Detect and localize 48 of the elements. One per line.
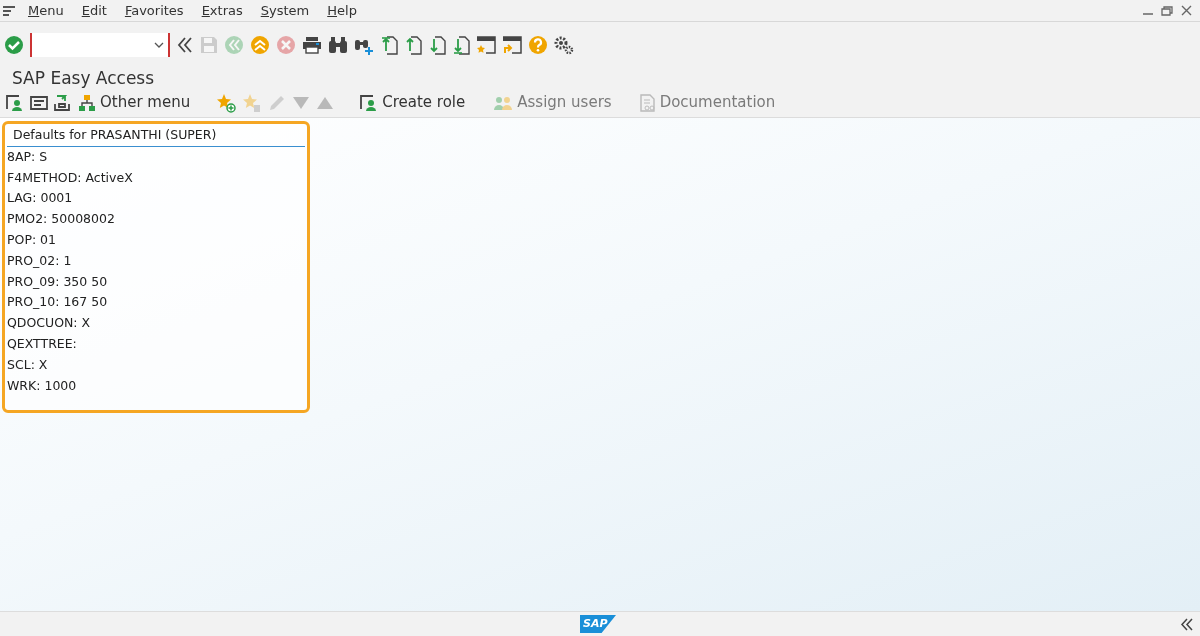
default-entry: 8AP: S [7, 147, 48, 166]
dropdown-icon[interactable] [154, 42, 164, 48]
default-entry: WRK: 1000 [7, 376, 77, 395]
menu-item[interactable]: Extras [201, 0, 243, 21]
default-entry: QDOCUON: X [7, 314, 91, 333]
menu-item[interactable]: System [260, 0, 310, 21]
command-field[interactable] [30, 33, 170, 57]
page-down-icon[interactable] [428, 35, 446, 55]
default-entry: QEXTTREE: [7, 334, 77, 353]
printer-icon[interactable] [302, 36, 322, 54]
screen-title: SAP Easy Access [12, 67, 155, 91]
double-chevron-icon[interactable] [176, 36, 194, 54]
default-entry: PMO2: 50008002 [7, 210, 115, 229]
other-menu-button[interactable]: Other menu [76, 91, 193, 114]
menu-icon[interactable] [2, 4, 16, 17]
default-entry: PRO_02: 1 [7, 251, 72, 270]
menu-item[interactable]: Menu [28, 0, 64, 21]
star-plus-icon[interactable] [216, 92, 237, 113]
restore-icon[interactable] [1161, 5, 1173, 16]
page-down-icon[interactable] [452, 35, 470, 55]
default-entry: PRO_09: 350 50 [7, 272, 108, 291]
tray-arrow-icon[interactable] [54, 93, 70, 112]
person-frame-icon [360, 93, 379, 112]
menu-item[interactable]: Edit [81, 0, 107, 21]
hierarchy-icon [78, 93, 96, 112]
folder-menu-icon[interactable] [30, 94, 48, 111]
page-up-icon[interactable] [404, 35, 422, 55]
person-frame-icon[interactable] [6, 93, 24, 112]
sap-logo: SAP [580, 615, 616, 633]
window-arrow-icon[interactable] [502, 35, 522, 55]
users-icon [493, 94, 514, 111]
default-entry: POP: 01 [7, 230, 56, 249]
close-icon[interactable] [1181, 5, 1192, 16]
default-entry: SCL: X [7, 355, 48, 374]
default-entry: F4METHOD: ActiveX [7, 168, 133, 187]
create-role-button[interactable]: Create role [358, 91, 468, 114]
default-entry: PRO_10: 167 50 [7, 293, 108, 312]
binoculars-icon[interactable] [328, 36, 348, 54]
window-star-icon[interactable] [476, 35, 496, 55]
panel-title: Defaults for PRASANTHI (SUPER) [7, 126, 305, 147]
menu-item[interactable]: Favorites [124, 0, 184, 21]
gears-icon[interactable] [554, 35, 574, 55]
menu-item[interactable]: Help [327, 0, 357, 21]
check-icon[interactable] [4, 35, 24, 55]
collapse-icon[interactable] [1180, 618, 1194, 631]
page-up-icon[interactable] [380, 35, 398, 55]
document-glasses-icon [639, 93, 656, 112]
default-entry: LAG: 0001 [7, 189, 73, 208]
